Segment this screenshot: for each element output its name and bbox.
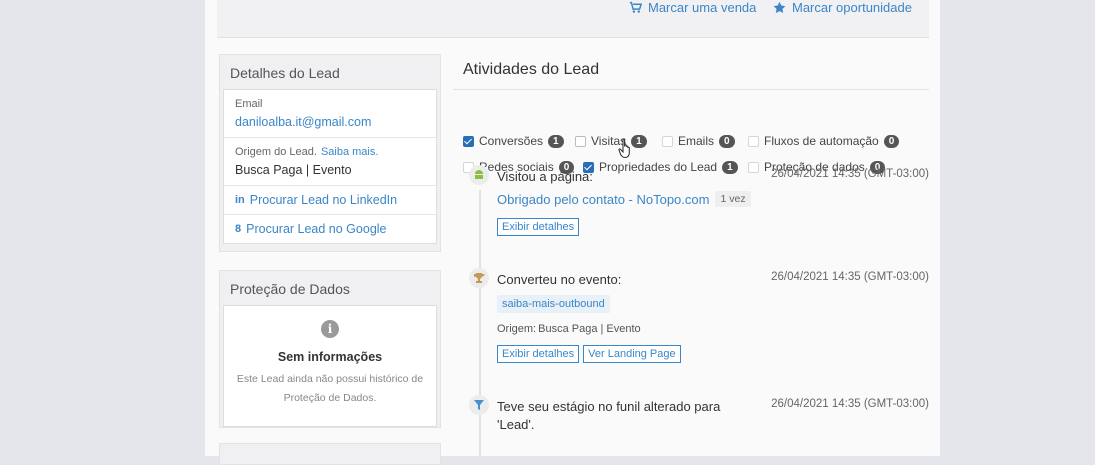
origin-field: Origem do Lead. Saiba mais. Busca Paga | … — [224, 138, 436, 186]
event-tag-row: saiba-mais-outbound — [497, 295, 610, 313]
google-search-link[interactable]: 8 Procurar Lead no Google — [224, 215, 436, 243]
filter-label: Emails — [678, 134, 715, 148]
event-actions: Exibir detalhes — [497, 218, 580, 236]
checkbox[interactable] — [463, 135, 474, 147]
mark-opportunity-button[interactable]: Marcar oportunidade — [773, 0, 912, 15]
android-icon — [469, 165, 489, 185]
event-origin-row: Origem: Busca Paga | Evento — [497, 323, 641, 335]
event-title: Visitou a página: — [497, 169, 593, 184]
checkbox[interactable] — [575, 135, 586, 147]
filter-visits[interactable]: Visitas 1 — [575, 134, 647, 148]
empty-heading: Sem informações — [277, 350, 383, 364]
google-icon: 8 — [235, 223, 242, 235]
lead-actions-bar: Marcar uma venda Marcar oportunidade — [217, 0, 929, 38]
conversion-event-tag[interactable]: saiba-mais-outbound — [497, 295, 610, 313]
visited-page-link[interactable]: Obrigado pelo contato - NoTopo.com — [497, 192, 709, 207]
cart-icon — [629, 1, 642, 13]
timeline-event-page-visit: Visitou a página: 26/04/2021 14:35 (GMT-… — [469, 165, 931, 245]
filter-conversions[interactable]: Conversões 1 — [463, 134, 564, 148]
count-badge: 1 — [548, 134, 564, 148]
email-link[interactable]: daniloalba.it@gmail.com — [235, 115, 425, 129]
filter-label: Fluxos de automação — [764, 134, 879, 148]
event-page-row: Obrigado pelo contato - NoTopo.com 1 vez — [497, 191, 751, 207]
activities-title: Atividades do Lead — [453, 57, 929, 90]
origin-label: Origem: — [497, 323, 537, 335]
trophy-icon — [469, 268, 489, 288]
event-date: 26/04/2021 14:35 (GMT-03:00) — [771, 168, 929, 180]
lead-details-panel: Detalhes do Lead Email daniloalba.it@gma… — [219, 54, 441, 252]
event-date: 26/04/2021 14:35 (GMT-03:00) — [771, 398, 929, 410]
show-details-button[interactable]: Exibir detalhes — [497, 345, 580, 363]
filter-label: Conversões — [479, 134, 544, 148]
event-date: 26/04/2021 14:35 (GMT-03:00) — [771, 271, 929, 283]
hand-cursor-icon — [618, 138, 630, 159]
linkedin-icon: in — [235, 194, 245, 206]
filter-emails[interactable]: Emails 0 — [662, 134, 735, 148]
show-details-button[interactable]: Exibir detalhes — [497, 218, 580, 236]
event-actions: Exibir detalhes Ver Landing Page — [497, 345, 681, 363]
event-title: Teve seu estágio no funil alterado para … — [497, 399, 721, 432]
star-icon — [773, 1, 786, 14]
count-badge: 0 — [883, 134, 900, 148]
data-protection-empty-state: i Sem informações Este Lead ainda não po… — [223, 305, 437, 427]
info-icon: i — [321, 320, 339, 338]
origin-label-text: Origem do Lead. — [235, 146, 317, 158]
empty-desc-line1: Este Lead ainda não possui histórico de — [236, 373, 424, 385]
email-field: Email daniloalba.it@gmail.com — [224, 90, 436, 138]
funnel-icon — [469, 395, 489, 415]
origin-more-link[interactable]: Saiba mais. — [321, 146, 378, 158]
mark-sale-button[interactable]: Marcar uma venda — [629, 0, 756, 15]
linkedin-search-link[interactable]: in Procurar Lead no LinkedIn — [224, 186, 436, 215]
empty-desc-line2: Proteção de Dados. — [283, 392, 377, 404]
checkbox[interactable] — [748, 135, 759, 147]
visit-count-badge: 1 vez — [715, 191, 751, 207]
lead-details-body: Email daniloalba.it@gmail.com Origem do … — [223, 89, 437, 244]
filter-automation-flows[interactable]: Fluxos de automação 0 — [748, 134, 900, 148]
checkbox[interactable] — [662, 135, 673, 147]
lead-details-title: Detalhes do Lead — [230, 65, 340, 81]
event-title: Converteu no evento: — [497, 272, 622, 287]
count-badge: 0 — [719, 134, 735, 148]
origin-label: Origem do Lead. Saiba mais. — [235, 146, 425, 158]
timeline-event-conversion: Converteu no evento: 26/04/2021 14:35 (G… — [469, 268, 931, 368]
mark-opportunity-label: Marcar oportunidade — [792, 0, 912, 15]
data-protection-title: Proteção de Dados — [230, 281, 350, 297]
google-search-label: Procurar Lead no Google — [246, 222, 387, 236]
email-label: Email — [235, 98, 263, 110]
data-protection-panel: Proteção de Dados i Sem informações Este… — [219, 270, 441, 428]
mark-sale-label: Marcar uma venda — [648, 0, 757, 15]
origin-value: Busca Paga | Evento — [235, 163, 352, 177]
origin-value: Busca Paga | Evento — [538, 323, 641, 335]
lead-activities: Atividades do Lead Conversões 1 Visitas … — [453, 57, 929, 174]
timeline-event-funnel-stage: Teve seu estágio no funil alterado para … — [469, 395, 931, 445]
next-panel — [219, 443, 441, 465]
activity-filters: Conversões 1 Visitas 1 Emails 0 Fluxos d… — [453, 90, 929, 174]
linkedin-search-label: Procurar Lead no LinkedIn — [249, 193, 398, 207]
view-landing-page-button[interactable]: Ver Landing Page — [583, 345, 681, 363]
